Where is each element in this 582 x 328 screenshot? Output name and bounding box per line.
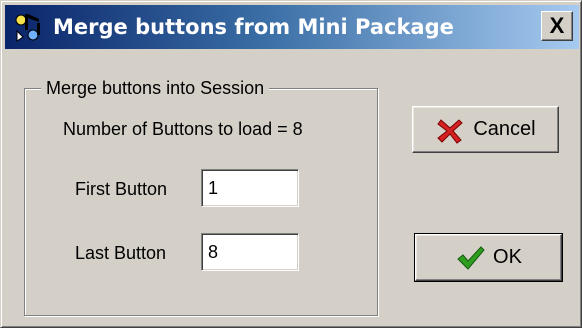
buttons-count-label: Number of Buttons to load = 8 <box>63 119 303 139</box>
dialog-window: Merge buttons from Mini Package X Merge … <box>0 0 582 328</box>
red-x-icon <box>437 118 464 144</box>
title-bar[interactable]: Merge buttons from Mini Package X <box>5 5 579 49</box>
music-note-icon <box>15 14 40 42</box>
last-button-label: Last Button <box>75 243 167 263</box>
green-check-icon <box>457 245 485 270</box>
close-button[interactable]: X <box>541 11 573 41</box>
first-button-input[interactable] <box>201 169 299 207</box>
cancel-button[interactable]: Cancel <box>412 106 559 153</box>
groupbox-legend: Merge buttons into Session <box>41 76 270 100</box>
last-button-input[interactable] <box>201 233 299 271</box>
close-icon: X <box>549 13 565 38</box>
first-button-label: First Button <box>75 179 168 199</box>
ok-button[interactable]: OK <box>414 233 563 282</box>
cancel-label: Cancel <box>473 118 536 140</box>
ok-label: OK <box>493 246 522 268</box>
window-title: Merge buttons from Mini Package <box>53 15 454 39</box>
